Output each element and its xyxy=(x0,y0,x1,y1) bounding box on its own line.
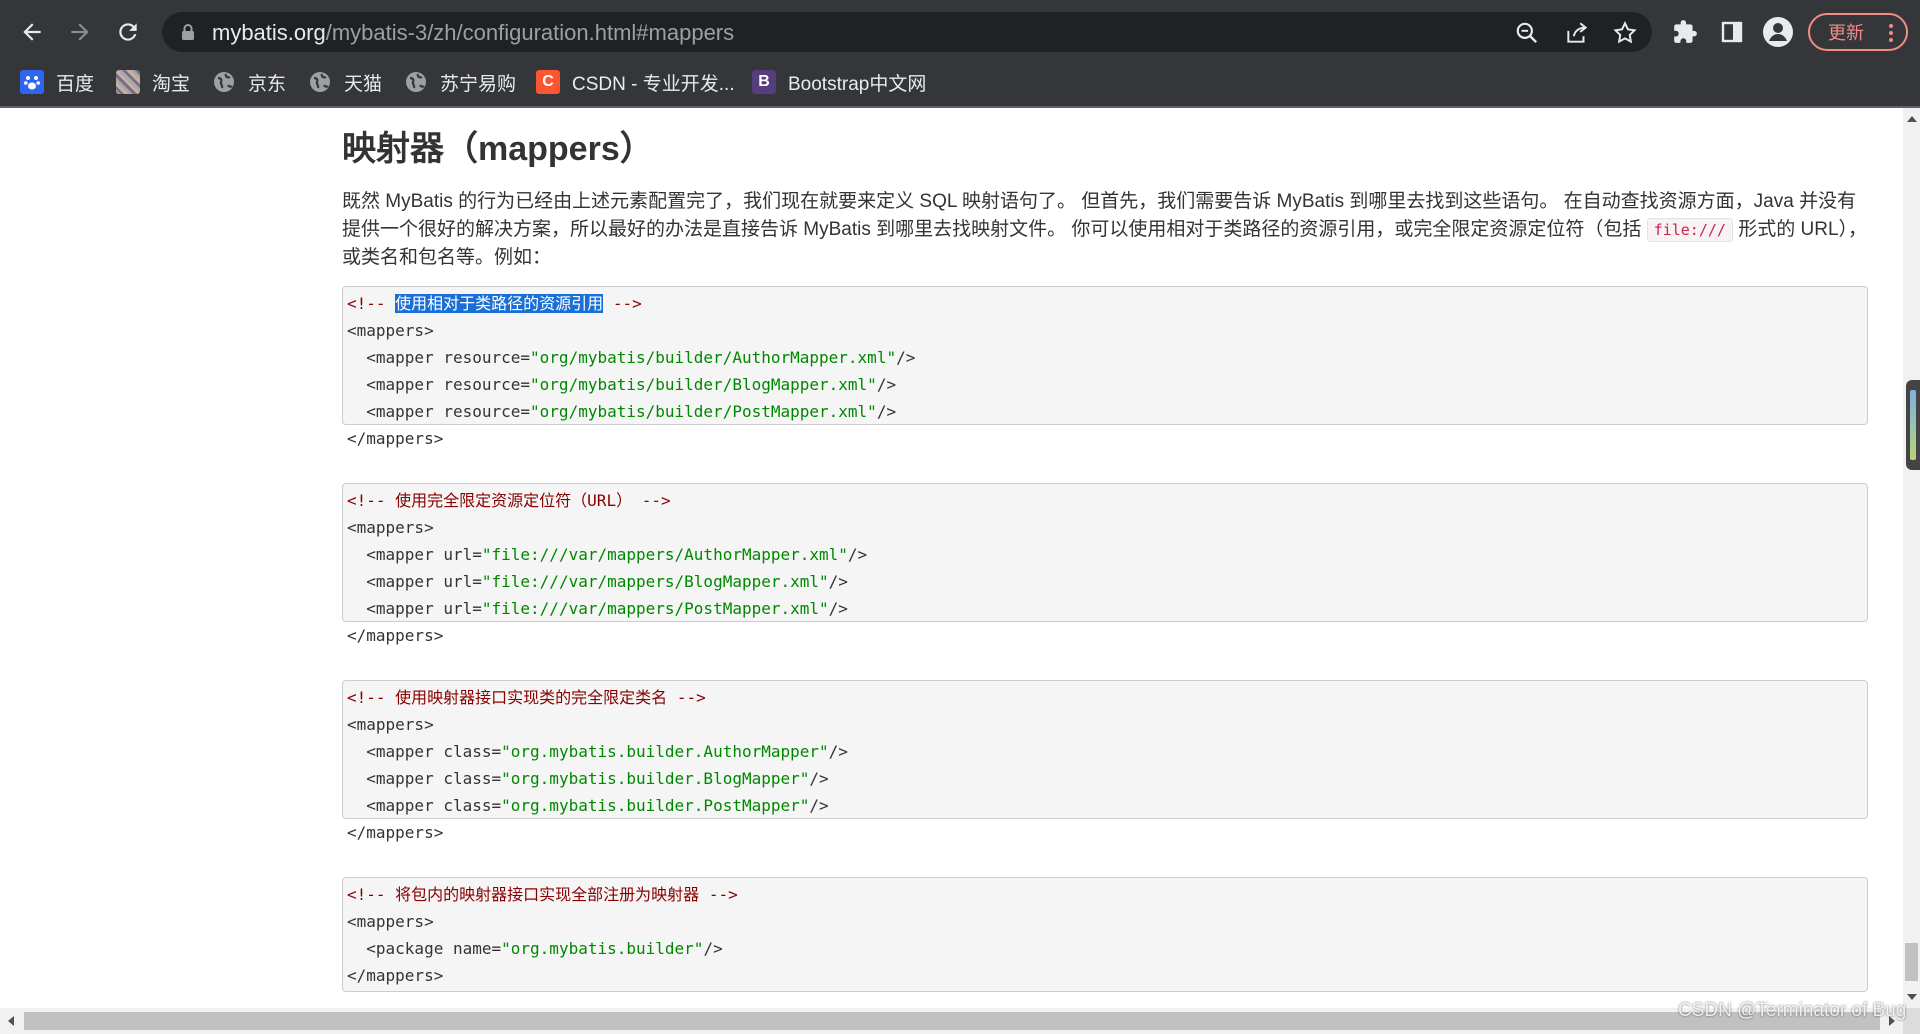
code-open-tag: <mappers> xyxy=(347,518,434,537)
forward-button[interactable] xyxy=(60,12,100,52)
star-icon[interactable] xyxy=(1612,20,1638,46)
zoom-icon[interactable] xyxy=(1514,20,1540,46)
code-close-tag: </mappers> xyxy=(347,429,444,448)
code-mapper-line: <mapper class="org.mybatis.builder.BlogM… xyxy=(347,769,829,788)
scroll-left-icon[interactable] xyxy=(8,1016,14,1026)
bookmark-label: 苏宁易购 xyxy=(440,73,517,95)
bookmark-label: 京东 xyxy=(248,73,287,95)
code-close-tag: </mappers> xyxy=(347,626,444,645)
reload-button[interactable] xyxy=(108,12,148,52)
code-block-package: <!-- 将包内的映射器接口实现全部注册为映射器 --> <mappers> <… xyxy=(342,877,1868,992)
vertical-scrollbar[interactable] xyxy=(1903,108,1920,1008)
code-mapper-line: <mapper resource="org/mybatis/builder/Bl… xyxy=(347,375,897,394)
bookmark-label: 天猫 xyxy=(344,73,383,95)
bookmark-label: 百度 xyxy=(56,73,95,95)
arrow-right-icon xyxy=(71,23,89,41)
code-mapper-line: <mapper resource="org/mybatis/builder/Au… xyxy=(347,348,916,367)
code-mapper-line: <mapper resource="org/mybatis/builder/Po… xyxy=(347,402,897,421)
code-mapper-line: <mapper class="org.mybatis.builder.Autho… xyxy=(347,742,848,761)
code-comment-line: <!-- 使用完全限定资源定位符（URL） --> xyxy=(347,491,671,510)
bookmark-baidu[interactable]: 百度 xyxy=(20,68,94,96)
code-comment-line: <!-- 将包内的映射器接口实现全部注册为映射器 --> xyxy=(347,885,738,904)
code-open-tag: <mappers> xyxy=(347,912,434,931)
code-mapper-line: <mapper class="org.mybatis.builder.PostM… xyxy=(347,796,829,815)
inline-code: file:/// xyxy=(1646,217,1733,242)
desc-text: 既然 MyBatis 的行为已经由上述元素配置完了，我们现在就要来定义 SQL … xyxy=(342,191,1857,240)
bookmark-jd[interactable]: 京东 xyxy=(212,68,286,96)
vertical-scroll-thumb[interactable] xyxy=(1905,943,1918,981)
more-vert-icon xyxy=(1889,24,1893,42)
bookmark-tmall[interactable]: 天猫 xyxy=(308,68,382,96)
code-block-class: <!-- 使用映射器接口实现类的完全限定类名 --> <mappers> <ma… xyxy=(342,680,1868,842)
scroll-up-icon[interactable] xyxy=(1907,116,1917,122)
bookmark-label: 淘宝 xyxy=(152,73,191,95)
code-open-tag: <mappers> xyxy=(347,321,434,340)
side-panel-icon xyxy=(1721,21,1743,43)
puzzle-icon xyxy=(1674,20,1697,43)
code-close-tag: </mappers> xyxy=(347,966,444,985)
bookmark-suning[interactable]: 苏宁易购 xyxy=(404,68,516,96)
code-close-tag: </mappers> xyxy=(347,823,444,842)
page-viewport: 映射器（mappers） 既然 MyBatis 的行为已经由上述元素配置完了，我… xyxy=(0,108,1903,1008)
browser-toolbar: mybatis.org/mybatis-3/zh/configuration.h… xyxy=(0,8,1920,56)
side-tool-icon xyxy=(1910,390,1916,460)
bootstrap-icon: B xyxy=(752,70,776,94)
profile-button[interactable] xyxy=(1762,16,1794,48)
baidu-paw-icon xyxy=(20,70,44,94)
bookmark-label: CSDN - 专业开发... xyxy=(572,73,735,95)
selected-text[interactable]: 使用相对于类路径的资源引用 xyxy=(395,294,604,313)
globe-icon xyxy=(308,70,332,94)
bookmark-taobao[interactable]: 淘宝 xyxy=(116,68,190,96)
globe-icon xyxy=(212,70,236,94)
url-text[interactable]: mybatis.org/mybatis-3/zh/configuration.h… xyxy=(212,21,734,45)
code-mapper-line: <mapper url="file:///var/mappers/BlogMap… xyxy=(347,572,848,591)
browser-window: mybatis.org/mybatis-3/zh/configuration.h… xyxy=(0,0,1920,1034)
code-comment-line: <!-- 使用映射器接口实现类的完全限定类名 --> xyxy=(347,688,706,707)
update-label: 更新 xyxy=(1828,23,1864,43)
csdn-icon: C xyxy=(536,70,560,94)
bookmarks-bar: 百度 淘宝 京东 天猫 苏宁易购 C CSDN - 专业开发... B Boot… xyxy=(0,62,1920,102)
avatar-icon xyxy=(1763,17,1793,47)
horizontal-scrollbar[interactable] xyxy=(0,1008,1903,1034)
code-open-tag: <mappers> xyxy=(347,715,434,734)
bookmark-csdn[interactable]: C CSDN - 专业开发... xyxy=(536,68,735,96)
url-path: /mybatis-3/zh/configuration.html#mappers xyxy=(325,20,735,45)
code-block-url: <!-- 使用完全限定资源定位符（URL） --> <mappers> <map… xyxy=(342,483,1868,645)
reload-icon xyxy=(119,23,137,41)
code-package-line: <package name="org.mybatis.builder"/> xyxy=(347,939,723,958)
lock-icon[interactable] xyxy=(180,23,196,41)
browser-chrome: mybatis.org/mybatis-3/zh/configuration.h… xyxy=(0,0,1920,108)
url-host: mybatis.org xyxy=(212,20,326,45)
globe-icon xyxy=(404,70,428,94)
code-mapper-line: <mapper url="file:///var/mappers/AuthorM… xyxy=(347,545,868,564)
extensions-button[interactable] xyxy=(1669,16,1701,48)
code-mapper-line: <mapper url="file:///var/mappers/PostMap… xyxy=(347,599,848,618)
arrow-left-icon xyxy=(23,23,41,41)
side-panel-button[interactable] xyxy=(1716,16,1748,48)
bookmark-bootstrap[interactable]: B Bootstrap中文网 xyxy=(752,68,926,96)
csdn-watermark: CSDN @Terminator of Bug xyxy=(1678,1000,1907,1021)
horizontal-scroll-thumb[interactable] xyxy=(24,1012,1880,1030)
taobao-icon xyxy=(116,70,140,94)
section-description: 既然 MyBatis 的行为已经由上述元素配置完了，我们现在就要来定义 SQL … xyxy=(342,188,1868,272)
share-icon[interactable] xyxy=(1564,20,1590,46)
section-title: 映射器（mappers） xyxy=(342,130,654,168)
side-tool-handle[interactable] xyxy=(1906,380,1920,470)
bookmark-label: Bootstrap中文网 xyxy=(788,73,927,95)
back-button[interactable] xyxy=(12,12,52,52)
code-block-resource: <!-- 使用相对于类路径的资源引用 --> <mappers> <mapper… xyxy=(342,286,1868,448)
scroll-down-icon[interactable] xyxy=(1907,994,1917,1000)
update-button[interactable]: 更新 xyxy=(1808,13,1908,51)
code-comment-line: <!-- 使用相对于类路径的资源引用 --> xyxy=(347,294,642,313)
address-bar[interactable]: mybatis.org/mybatis-3/zh/configuration.h… xyxy=(162,12,1652,52)
